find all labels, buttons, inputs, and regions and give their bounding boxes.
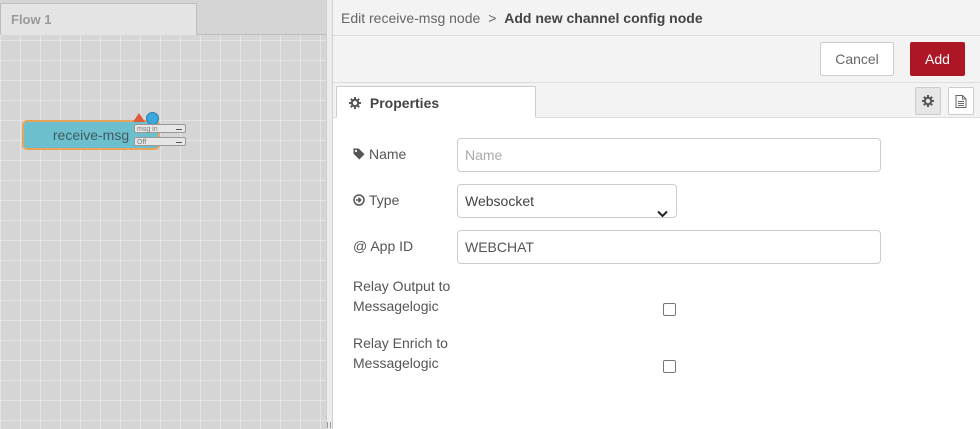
cancel-button[interactable]: Cancel — [820, 42, 894, 76]
tab-flow-1[interactable]: Flow 1 — [0, 3, 197, 35]
type-label-text: Type — [369, 192, 400, 208]
port-label-text: Off — [137, 139, 147, 146]
relay-enrich-label-line-2: Messagelogic — [353, 355, 439, 371]
relay-output-label: Relay Output to Messagelogic — [353, 276, 450, 316]
workspace-tab-bar: Flow 1 — [0, 0, 326, 35]
appid-input[interactable] — [457, 230, 881, 264]
circle-arrow-right-icon — [353, 191, 365, 206]
node-changed-icon — [133, 113, 145, 122]
minus-icon — [176, 129, 182, 130]
relay-output-checkbox[interactable] — [663, 303, 676, 316]
relay-output-label-line-1: Relay Output to — [353, 278, 451, 294]
tab-properties[interactable]: Properties — [336, 86, 536, 118]
relay-enrich-label: Relay Enrich to Messagelogic — [353, 333, 448, 373]
minus-icon — [176, 142, 182, 143]
type-field-label: Type — [353, 190, 399, 210]
tray-resize-handle[interactable] — [326, 0, 333, 429]
tab-properties-label: Properties — [369, 95, 440, 111]
appid-field-label: @ App ID — [353, 238, 414, 254]
grip-icon — [327, 422, 331, 428]
node-port-msg-in[interactable]: msg in — [134, 124, 186, 133]
breadcrumb-parent[interactable]: Edit receive-msg node — [341, 10, 480, 26]
flow-workspace[interactable]: Flow 1 receive-msg msg in Off — [0, 0, 326, 429]
add-button[interactable]: Add — [910, 42, 965, 76]
tray-toolbar: Cancel Add — [333, 36, 980, 83]
editor-tray: Edit receive-msg node > Add new channel … — [333, 0, 980, 429]
editor-tab-strip: Properties — [333, 83, 980, 118]
relay-enrich-checkbox[interactable] — [663, 360, 676, 373]
relay-enrich-label-line-1: Relay Enrich to — [353, 335, 448, 351]
type-select[interactable]: Websocket — [457, 184, 677, 218]
breadcrumb-current: Add new channel config node — [504, 10, 703, 26]
relay-output-label-line-2: Messagelogic — [353, 298, 439, 314]
tag-icon — [353, 145, 365, 160]
breadcrumb-separator: > — [488, 10, 497, 26]
port-label-text: msg in — [137, 126, 158, 133]
name-label-text: Name — [369, 146, 407, 162]
name-field-label: Name — [353, 144, 406, 164]
node-description-button[interactable] — [948, 87, 974, 115]
node-label: receive-msg — [52, 127, 130, 143]
node-settings-button[interactable] — [915, 87, 941, 115]
breadcrumb: Edit receive-msg node > Add new channel … — [333, 0, 980, 36]
type-select-value: Websocket — [465, 193, 534, 209]
node-port-off[interactable]: Off — [134, 137, 186, 146]
gear-icon — [349, 96, 361, 109]
name-input[interactable] — [457, 138, 881, 172]
chevron-down-icon — [657, 197, 668, 229]
